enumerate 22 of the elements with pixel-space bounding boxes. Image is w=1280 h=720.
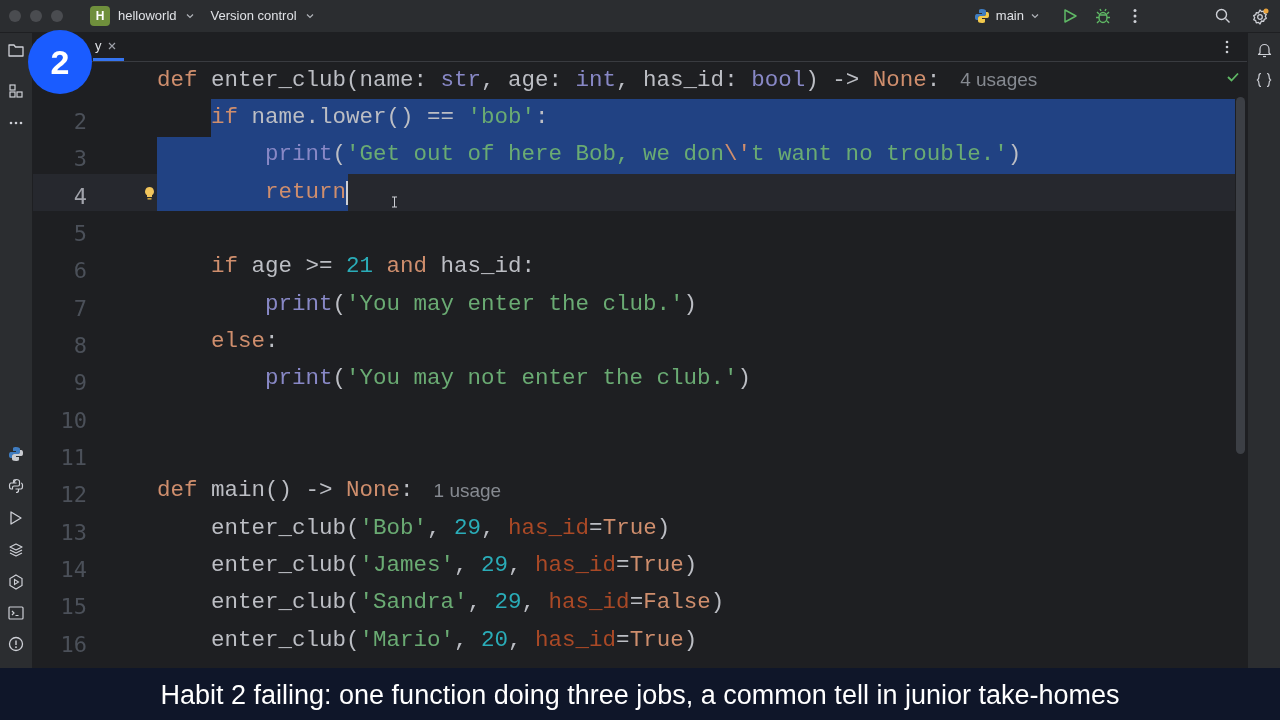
caption: Habit 2 failing: one function doing three jobs, a common tell in junior take-homes [160,678,1120,712]
code-line: enter_club('Bob', 29, has_id=True) [211,513,671,543]
run-configuration-menu[interactable]: main [973,6,1040,26]
usages-hint[interactable]: 4 usages [960,66,1038,95]
code-line: print('You may not enter the club.') [265,364,752,394]
usages-hint[interactable]: 1 usage [433,477,502,506]
code-line: enter_club('Mario', 20, has_id=True) [211,625,698,655]
code-line: else: [211,327,279,357]
code-line: enter_club('James', 29, has_id=True) [211,551,698,581]
version-control-menu[interactable]: Version control [210,6,315,26]
line-number: 4 [72,182,87,206]
editor-tab[interactable]: y [93,33,124,61]
project-menu[interactable]: H helloworld [84,6,201,26]
code-line: print('Get out of here Bob, we don\'t want no trouble.') [265,140,1022,170]
step-number-badge: 2 [28,30,92,94]
code-line: def enter_club(name: str, age: int, has_id: bool) -> None: [157,65,941,95]
code-line: enter_club('Sandra', 29, has_id=False) [211,588,725,618]
code-line: def main() -> None: [157,476,414,506]
code-line: if age >= 21 and has_id: [211,252,536,282]
code-line: print('You may enter the club.') [265,289,698,319]
code-line: return [265,177,346,207]
code-line: if name.lower() == 'bob': [211,103,549,133]
